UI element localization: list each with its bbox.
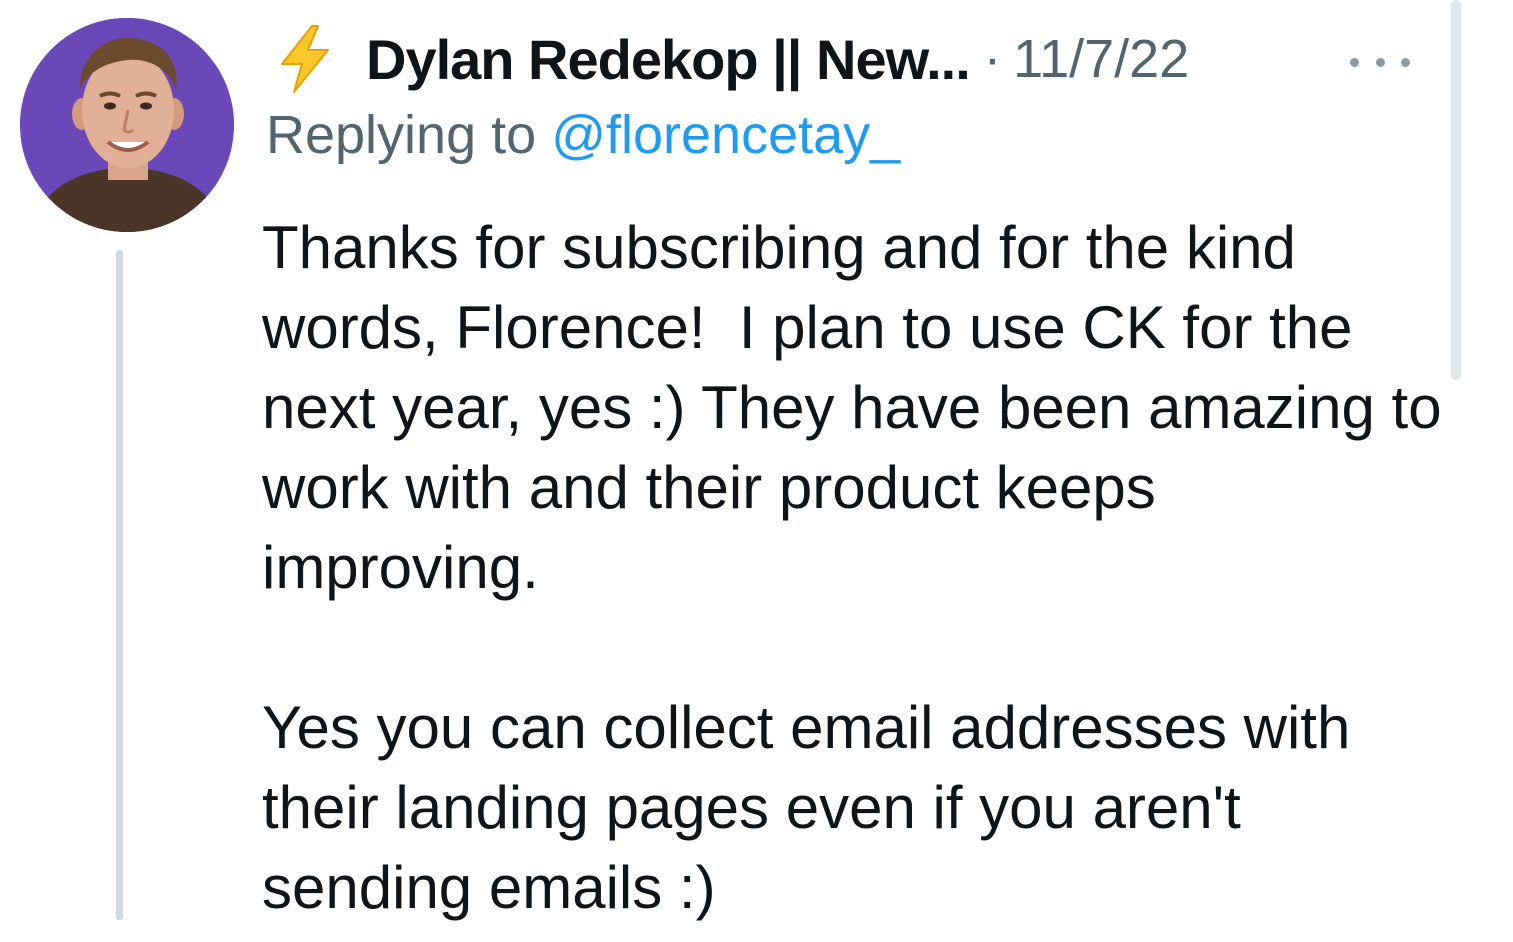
more-dot — [1375, 57, 1385, 67]
replying-to-label: Replying to — [266, 105, 537, 165]
replying-to-line: Replying to @florencetay_ — [266, 104, 900, 166]
tweet-header: Dylan Redekop || New... · 11/7/22 — [276, 22, 1189, 96]
header-separator: · — [983, 30, 1002, 88]
lightning-bolt-icon — [281, 25, 329, 93]
tweet-reply: Dylan Redekop || New... · 11/7/22 Replyi… — [0, 0, 1513, 942]
more-dot — [1401, 57, 1410, 67]
replying-to-handle-link[interactable]: @florencetay_ — [551, 105, 900, 165]
author-display-name[interactable]: Dylan Redekop || New... — [366, 27, 971, 92]
more-horizontal-icon[interactable] — [1350, 52, 1410, 72]
scrollbar[interactable] — [1451, 0, 1461, 380]
tweet-date[interactable]: 11/7/22 — [1013, 28, 1189, 90]
avatar[interactable] — [20, 18, 234, 232]
profile-photo — [20, 18, 234, 232]
thread-connector-line — [116, 250, 123, 920]
more-dot — [1350, 57, 1359, 67]
tweet-body: Thanks for subscribing and for the kind … — [262, 208, 1442, 928]
tweet-paragraph: Yes you can collect email addresses with… — [262, 694, 1368, 921]
tweet-paragraph: Thanks for subscribing and for the kind … — [262, 214, 1459, 601]
